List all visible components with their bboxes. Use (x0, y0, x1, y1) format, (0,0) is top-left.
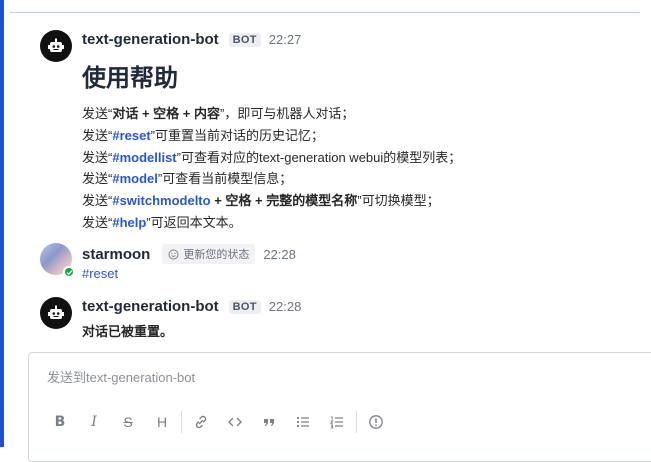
message-time[interactable]: 22:28 (269, 299, 302, 314)
set-status-button[interactable]: 更新您的状态 (162, 244, 256, 264)
channel-link[interactable]: #switchmodelto (112, 193, 210, 208)
bullet-list-icon[interactable] (286, 411, 320, 433)
help-line: 发送“#switchmodelto + 空格 + 完整的模型名称”可切换模型； (82, 193, 440, 209)
channel-link[interactable]: #reset (112, 128, 150, 143)
robot-icon (48, 305, 64, 319)
left-accent-bar (0, 0, 4, 447)
formatting-toolbar: B I S H (43, 411, 393, 433)
code-icon[interactable] (218, 411, 252, 433)
online-status-icon (63, 266, 75, 278)
message-time[interactable]: 22:27 (269, 32, 302, 47)
message-input[interactable] (45, 369, 639, 386)
channel-link[interactable]: #modellist (112, 150, 176, 165)
top-divider (10, 12, 640, 13)
user-avatar[interactable] (40, 243, 75, 278)
help-line: 发送“#model”可查看当前模型信息； (82, 171, 293, 187)
smiley-icon (168, 249, 179, 259)
numbered-list-icon[interactable] (320, 411, 354, 433)
strikethrough-icon[interactable]: S (111, 411, 145, 433)
quote-icon[interactable] (252, 411, 286, 433)
author-name[interactable]: starmoon (82, 246, 150, 263)
author-name[interactable]: text-generation-bot (82, 298, 219, 315)
help-line: 发送“#reset”可重置当前对话的历史记忆； (82, 127, 324, 143)
bold-icon[interactable]: B (43, 411, 77, 433)
italic-icon[interactable]: I (77, 411, 111, 433)
channel-link[interactable]: #model (112, 171, 158, 186)
message-composer: B I S H (28, 352, 651, 462)
robot-icon (48, 38, 64, 52)
bot-avatar[interactable] (40, 30, 72, 62)
link-icon[interactable] (184, 411, 218, 433)
channel-link[interactable]: #help (112, 215, 146, 230)
toolbar-divider (356, 411, 357, 433)
heading-icon[interactable]: H (145, 411, 179, 433)
help-title: 使用帮助 (82, 65, 178, 92)
help-line: 发送“#modellist”可查看对应的text-generation webu… (82, 149, 462, 165)
message-time[interactable]: 22:28 (263, 247, 296, 262)
message-text: 对话已被重置。 (82, 324, 174, 339)
author-name[interactable]: text-generation-bot (82, 31, 219, 48)
message-header: text-generation-bot BOT 22:28 (82, 298, 301, 315)
bot-badge: BOT (228, 299, 261, 314)
bot-badge: BOT (228, 32, 261, 47)
status-chip-label: 更新您的状态 (183, 249, 250, 261)
bot-avatar[interactable] (40, 297, 72, 329)
help-line: 发送“#help”可返回本文本。 (82, 214, 242, 230)
help-line: 发送“对话 + 空格 + 内容”，即可与机器人对话； (82, 106, 355, 121)
message-header: text-generation-bot BOT 22:27 (82, 31, 301, 48)
toolbar-divider (181, 411, 182, 433)
message-text[interactable]: #reset (82, 266, 118, 281)
message-header: starmoon 更新您的状态 22:28 (82, 244, 296, 264)
help-text: 发送“对话 + 空格 + 内容”，即可与机器人对话； 发送“#reset”可重置… (82, 103, 461, 234)
info-icon[interactable] (359, 411, 393, 433)
